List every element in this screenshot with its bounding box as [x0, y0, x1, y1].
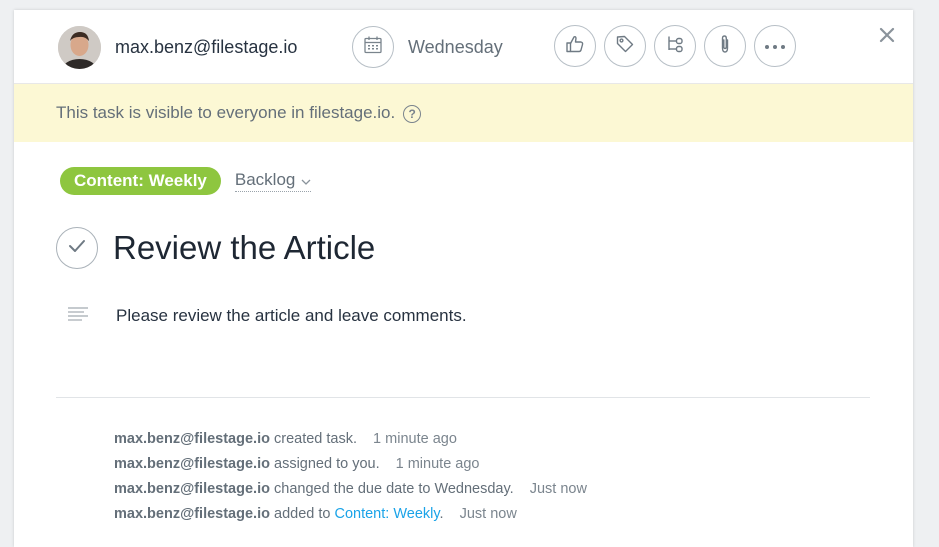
story-item: max.benz@filestage.io created task. 1 mi… — [114, 430, 587, 455]
divider — [56, 397, 870, 398]
avatar — [58, 25, 101, 69]
story-item: max.benz@filestage.io assigned to you. 1… — [114, 455, 587, 480]
tag-button[interactable] — [604, 25, 646, 67]
calendar-icon — [363, 35, 383, 60]
mark-complete-button[interactable] — [56, 227, 98, 269]
due-date-label: Wednesday — [408, 36, 503, 57]
task-toolbar: max.benz@filestage.io Wednesday — [14, 10, 913, 82]
subtask-button[interactable] — [654, 25, 696, 67]
story-action: created task. — [274, 431, 358, 447]
story-action: added to — [274, 506, 331, 522]
like-button[interactable] — [554, 25, 596, 67]
story-time: Just now — [459, 506, 517, 522]
task-title-row: Review the Article — [56, 227, 375, 269]
story-action: assigned to you. — [274, 456, 380, 472]
close-icon — [879, 27, 895, 48]
task-description[interactable]: Please review the article and leave comm… — [116, 306, 467, 326]
visibility-banner: This task is visible to everyone in file… — [14, 83, 913, 142]
close-button[interactable] — [874, 24, 900, 50]
story-item: max.benz@filestage.io added to Content: … — [114, 505, 587, 530]
attachment-icon — [715, 34, 735, 59]
checkmark-icon — [68, 239, 86, 258]
activity-feed: max.benz@filestage.io created task. 1 mi… — [114, 430, 587, 530]
section-label: Backlog — [234, 170, 296, 189]
story-actor[interactable]: max.benz@filestage.io — [114, 456, 270, 472]
attachment-button[interactable] — [704, 25, 746, 67]
tag-icon — [615, 34, 635, 59]
assignee-token[interactable]: max.benz@filestage.io — [58, 25, 297, 69]
assignee-email: max.benz@filestage.io — [115, 36, 298, 57]
story-actor[interactable]: max.benz@filestage.io — [114, 506, 270, 522]
story-time: 1 minute ago — [373, 431, 457, 447]
calendar-button[interactable] — [352, 26, 394, 68]
story-action: changed the due date to Wednesday. — [274, 481, 514, 497]
visibility-text: This task is visible to everyone in file… — [56, 103, 422, 123]
visibility-message: This task is visible to everyone in file… — [56, 103, 396, 122]
story-actor[interactable]: max.benz@filestage.io — [114, 431, 270, 447]
story-project-link[interactable]: Content: Weekly — [334, 506, 439, 522]
story-item: max.benz@filestage.io changed the due da… — [114, 480, 587, 505]
story-actor[interactable]: max.benz@filestage.io — [114, 481, 270, 497]
task-title[interactable]: Review the Article — [113, 229, 375, 267]
story-punctuation: . — [439, 506, 444, 522]
story-time: 1 minute ago — [395, 456, 480, 472]
task-actions — [554, 25, 796, 67]
task-details-pane: max.benz@filestage.io Wednesday This tas… — [14, 10, 913, 547]
project-pill[interactable]: Content: Weekly — [60, 167, 221, 195]
more-actions-button[interactable] — [754, 25, 796, 67]
section-dropdown[interactable]: Backlog — [234, 170, 312, 192]
more-icon — [764, 37, 786, 55]
description-row: Please review the article and leave comm… — [68, 306, 467, 326]
subtask-icon — [665, 34, 685, 59]
project-row: Content: Weekly Backlog — [60, 167, 312, 195]
description-icon — [68, 306, 88, 326]
help-icon[interactable]: ? — [403, 104, 422, 123]
like-icon — [565, 34, 585, 59]
story-time: Just now — [529, 481, 587, 497]
due-date-token[interactable]: Wednesday — [352, 25, 503, 69]
chevron-down-icon — [301, 170, 311, 190]
